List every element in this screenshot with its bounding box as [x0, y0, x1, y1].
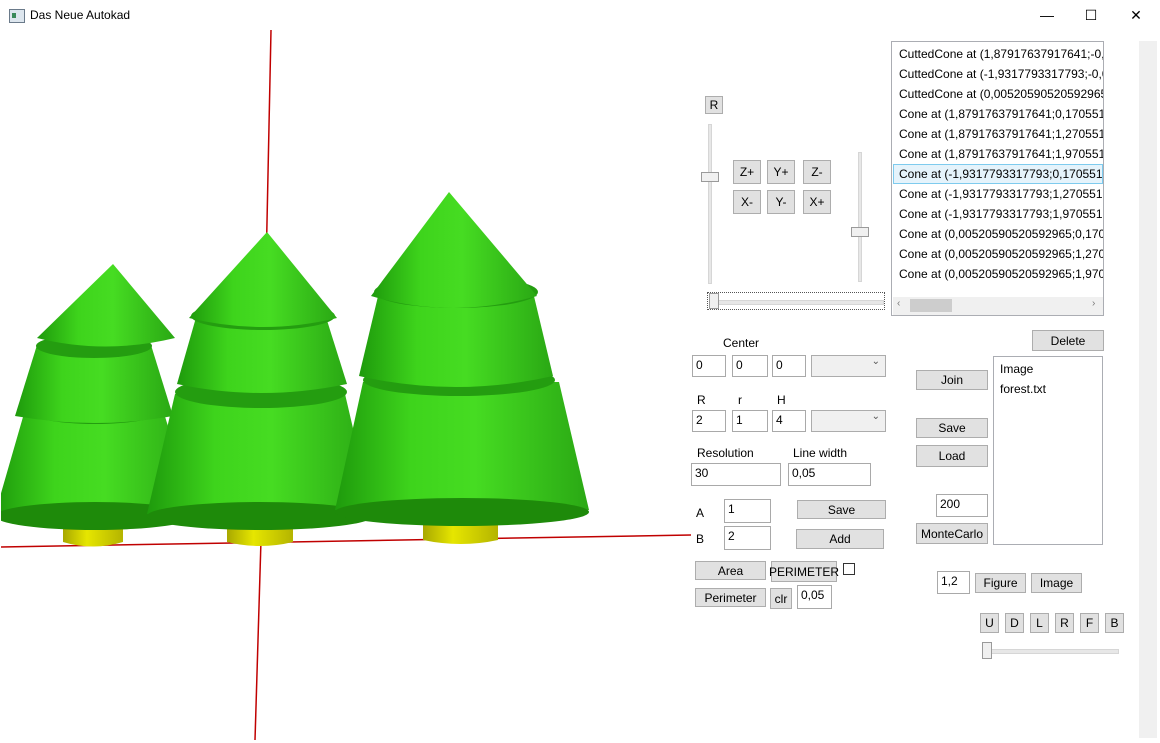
- object-list-item[interactable]: Cone at (1,87917637917641;1,2705516: [893, 124, 1103, 144]
- object-list-item[interactable]: Cone at (-1,9317793317793;0,1705516: [893, 164, 1103, 184]
- figure-button[interactable]: Figure: [975, 573, 1026, 593]
- panel-vscrollbar[interactable]: [1139, 41, 1157, 738]
- rotate-slider-horizontal-thumb[interactable]: [709, 293, 719, 309]
- line-width-label: Line width: [793, 446, 848, 460]
- delete-button[interactable]: Delete: [1032, 330, 1104, 351]
- scale-field[interactable]: 1,2: [937, 571, 970, 594]
- objects-hscroll-thumb[interactable]: [910, 299, 952, 312]
- save-button[interactable]: Save: [797, 500, 886, 519]
- load-button[interactable]: Load: [916, 445, 988, 467]
- tree-right: [335, 192, 589, 544]
- view-down-button[interactable]: D: [1005, 613, 1024, 633]
- object-list-item[interactable]: Cone at (1,87917637917641;0,1705516: [893, 104, 1103, 124]
- object-list-item[interactable]: Cone at (-1,9317793317793;1,2705516: [893, 184, 1103, 204]
- object-list-item[interactable]: CuttedCone at (-1,9317793317793;-0,0: [893, 64, 1103, 84]
- scroll-right-arrow-icon[interactable]: ›: [1092, 298, 1095, 309]
- file-list-item[interactable]: Image: [994, 359, 1102, 379]
- big-r-label: R: [697, 393, 706, 407]
- dims-combo[interactable]: [811, 410, 886, 432]
- center-combo[interactable]: [811, 355, 886, 377]
- small-r-field[interactable]: 1: [732, 410, 768, 432]
- files-listbox[interactable]: Image forest.txt: [993, 356, 1103, 545]
- rotate-z-minus-button[interactable]: Z-: [803, 160, 831, 184]
- viewport-3d[interactable]: [0, 29, 692, 741]
- perimeter-checkbox[interactable]: [843, 563, 855, 575]
- center-x-field[interactable]: 0: [692, 355, 726, 377]
- rotate-slider-left-thumb[interactable]: [701, 172, 719, 182]
- center-z-field[interactable]: 0: [772, 355, 806, 377]
- title-bar: Das Neue Autokad — ☐ ✕: [0, 0, 1160, 30]
- object-list-item[interactable]: CuttedCone at (1,87917637917641;-0,0: [893, 44, 1103, 64]
- center-label: Center: [723, 336, 760, 350]
- rotate-slider-vertical-left[interactable]: [708, 124, 712, 284]
- maximize-button[interactable]: ☐: [1068, 0, 1114, 30]
- view-back-button[interactable]: B: [1105, 613, 1124, 633]
- small-r-label: r: [738, 393, 742, 407]
- object-list-item[interactable]: Cone at (-1,9317793317793;1,9705516: [893, 204, 1103, 224]
- save-file-button[interactable]: Save: [916, 418, 988, 438]
- rotate-y-plus-button[interactable]: Y+: [767, 160, 795, 184]
- big-r-field[interactable]: 2: [692, 410, 726, 432]
- resolution-field[interactable]: 30: [691, 463, 781, 486]
- join-button[interactable]: Join: [916, 370, 988, 390]
- window-title: Das Neue Autokad: [30, 8, 131, 22]
- b-field[interactable]: 2: [724, 526, 771, 550]
- image-button[interactable]: Image: [1031, 573, 1082, 593]
- montecarlo-count-field[interactable]: 200: [936, 494, 988, 517]
- view-right-button[interactable]: R: [1055, 613, 1074, 633]
- area-button[interactable]: Area: [695, 561, 766, 580]
- object-list-item[interactable]: Cone at (1,87917637917641;1,9705516: [893, 144, 1103, 164]
- rotate-slider-horizontal-track: [710, 300, 884, 305]
- rotate-y-minus-button[interactable]: Y-: [767, 190, 795, 214]
- a-label: A: [696, 506, 705, 520]
- close-button[interactable]: ✕: [1113, 0, 1159, 30]
- line-width-field[interactable]: 0,05: [788, 463, 871, 486]
- rotate-z-plus-button[interactable]: Z+: [733, 160, 761, 184]
- scroll-left-arrow-icon[interactable]: ‹: [897, 298, 900, 309]
- h-field[interactable]: 4: [772, 410, 806, 432]
- objects-listbox[interactable]: CuttedCone at (1,87917637917641;-0,0 Cutt…: [891, 41, 1104, 316]
- rotate-slider-right-thumb[interactable]: [851, 227, 869, 237]
- center-y-field[interactable]: 0: [732, 355, 768, 377]
- view-left-button[interactable]: L: [1030, 613, 1049, 633]
- a-field[interactable]: 1: [724, 499, 771, 523]
- rotate-slider-vertical-right[interactable]: [858, 152, 862, 282]
- view-front-button[interactable]: F: [1080, 613, 1099, 633]
- montecarlo-button[interactable]: MonteCarlo: [916, 523, 988, 544]
- object-list-item[interactable]: Cone at (0,00520590520592965;1,2705: [893, 244, 1103, 264]
- zoom-slider[interactable]: [983, 649, 1119, 654]
- perimeter-caps-button[interactable]: PERIMETER: [769, 561, 839, 582]
- object-list-item[interactable]: CuttedCone at (0,00520590520592965;: [893, 84, 1103, 104]
- object-list-item[interactable]: Cone at (0,00520590520592965;1,9705: [893, 264, 1103, 284]
- minimize-button[interactable]: —: [1024, 0, 1070, 30]
- object-list-item[interactable]: Cone at (0,00520590520592965;0,1705: [893, 224, 1103, 244]
- perimeter-button[interactable]: Perimeter: [695, 588, 766, 607]
- axis-y-bottom: [254, 539, 262, 741]
- clr-button[interactable]: clr: [770, 588, 792, 609]
- rotate-slider-horizontal[interactable]: [707, 292, 885, 310]
- app-icon: [9, 9, 25, 23]
- b-label: B: [696, 532, 705, 546]
- h-label: H: [777, 393, 786, 407]
- clr-value-field[interactable]: 0,05: [797, 585, 832, 609]
- zoom-slider-thumb[interactable]: [982, 642, 992, 659]
- rotate-x-plus-button[interactable]: X+: [803, 190, 831, 214]
- add-button[interactable]: Add: [796, 529, 884, 549]
- scene-render: [0, 29, 692, 741]
- view-up-button[interactable]: U: [980, 613, 999, 633]
- rotate-x-minus-button[interactable]: X-: [733, 190, 761, 214]
- resolution-label: Resolution: [697, 446, 754, 460]
- objects-hscrollbar[interactable]: ‹ ›: [893, 297, 1103, 315]
- file-list-item[interactable]: forest.txt: [994, 379, 1102, 399]
- reset-rotation-button[interactable]: R: [705, 96, 723, 114]
